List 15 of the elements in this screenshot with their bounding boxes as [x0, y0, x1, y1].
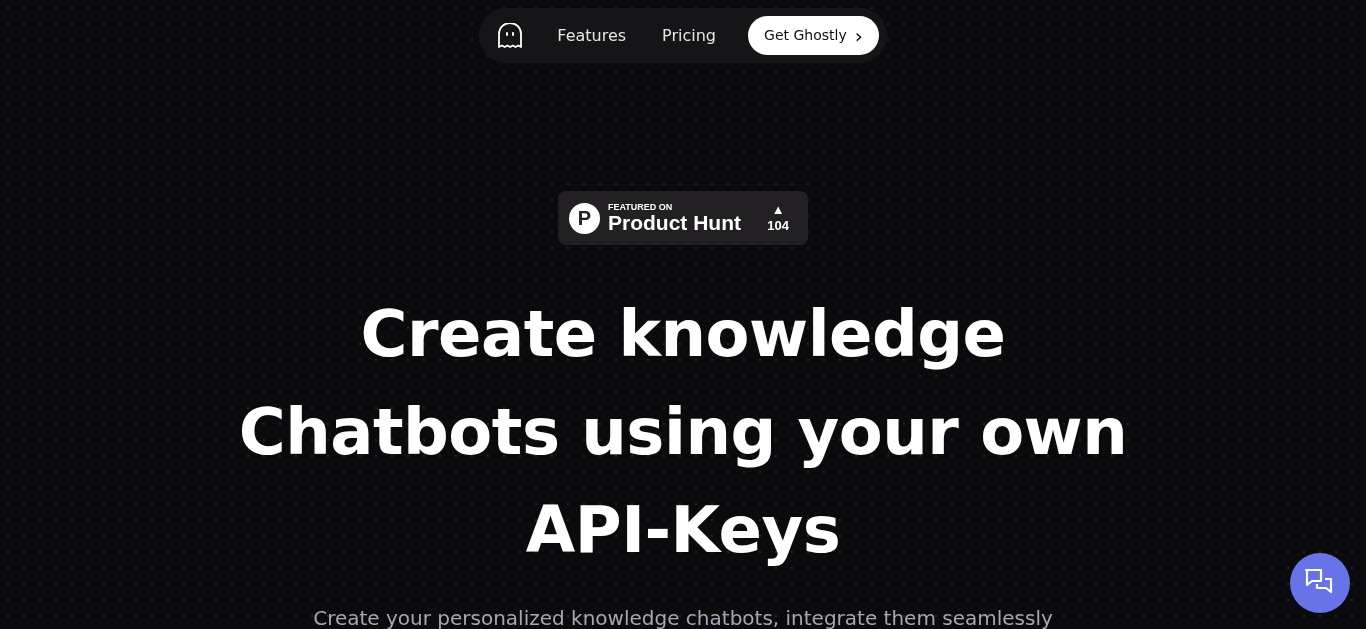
ghost-icon[interactable]: [497, 22, 524, 49]
get-ghostly-button[interactable]: Get Ghostly ›: [748, 16, 879, 55]
hero-subtitle: Create your personalized knowledge chatbots, integrate them seamlessly: [313, 607, 1053, 629]
chat-button[interactable]: [1290, 553, 1350, 613]
chevron-icon: ›: [854, 27, 863, 44]
badge-kicker: FEATURED ON: [608, 202, 674, 212]
product-hunt-logo: P: [569, 202, 600, 234]
headline-line: API-Keys: [524, 492, 842, 569]
vote-count: 104: [767, 218, 789, 234]
badge-title: Product Hunt: [608, 212, 742, 234]
nav-link-text[interactable]: Pricing: [644, 23, 735, 48]
nav-link-text[interactable]: Features: [539, 23, 645, 48]
upvote-arrow-icon: ▲: [771, 202, 785, 218]
headline-line: Chatbots using your own: [238, 394, 1128, 471]
headline-line: Create knowledge: [359, 296, 1007, 373]
